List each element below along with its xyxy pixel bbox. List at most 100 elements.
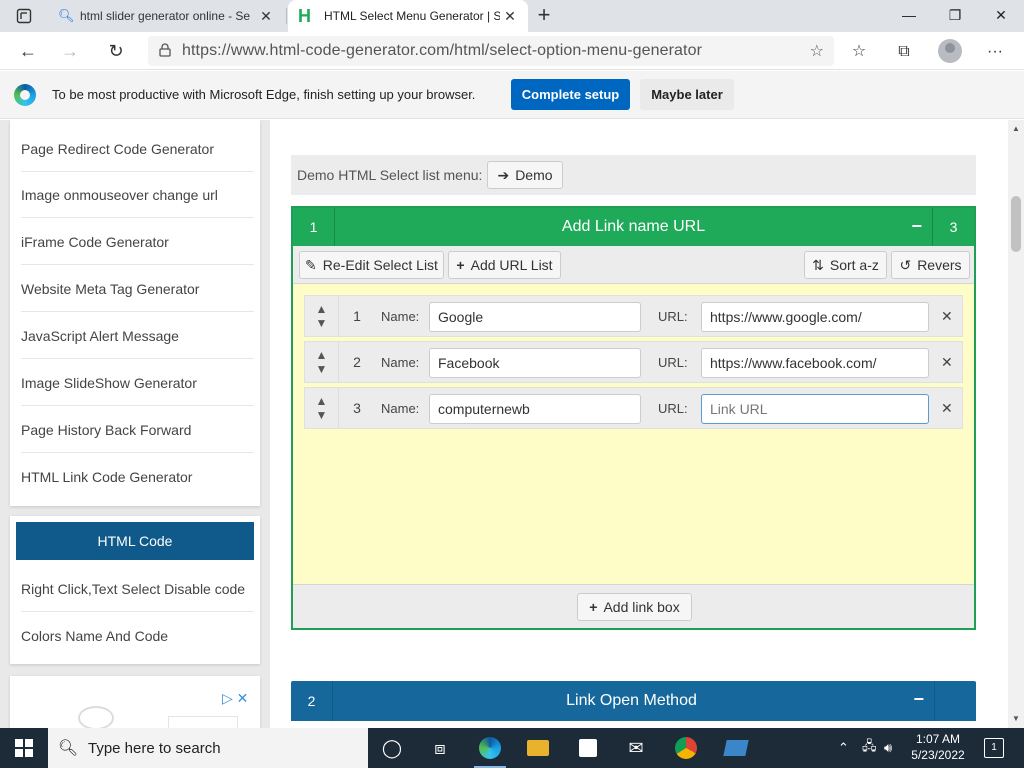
demo-button[interactable]: ➔ Demo xyxy=(487,161,563,189)
store-icon[interactable] xyxy=(564,728,612,768)
tab-title: html slider generator online - Se xyxy=(80,9,251,23)
task-view-icon[interactable]: ⧈ xyxy=(416,728,464,768)
back-arrow-icon[interactable]: ← xyxy=(14,37,42,65)
sidebar-link[interactable]: iFrame Code Generator xyxy=(21,219,254,265)
sidebar-link[interactable]: Right Click,Text Select Disable code xyxy=(21,566,254,612)
link-url-input[interactable]: https://www.facebook.com/ xyxy=(701,348,929,378)
panel-step-number: 1 xyxy=(293,208,335,246)
delete-row-icon[interactable]: ✕ xyxy=(941,400,953,417)
new-tab-button[interactable]: + xyxy=(532,4,556,28)
ad-placeholder-icon xyxy=(78,706,114,728)
minimize-panel-icon[interactable]: − xyxy=(911,216,922,237)
delete-row-icon[interactable]: ✕ xyxy=(941,308,953,325)
sidebar-link[interactable]: Image onmouseover change url xyxy=(21,172,254,218)
windows-taskbar: 🔍︎ Type here to search ◯ ⧈ ✉ ⌃ 🖧︎ 🔊︎ 1:0… xyxy=(0,728,1024,768)
taskbar-search-box[interactable]: 🔍︎ Type here to search xyxy=(48,728,368,768)
add-url-list-label: Add URL List xyxy=(470,257,553,273)
link-url-input[interactable]: Link URL xyxy=(701,394,929,424)
app-icon[interactable] xyxy=(712,728,760,768)
sidebar-link[interactable]: Website Meta Tag Generator xyxy=(21,266,254,312)
sort-label: Sort a-z xyxy=(829,257,879,273)
clock-date: 5/23/2022 xyxy=(911,748,965,762)
add-url-list-button[interactable]: + Add URL List xyxy=(448,251,561,279)
sidebar-link[interactable]: HTML Link Code Generator xyxy=(21,454,254,500)
re-edit-select-list-button[interactable]: ✎ Re-Edit Select List xyxy=(299,251,444,279)
file-explorer-icon[interactable] xyxy=(514,728,562,768)
ad-choices-icon[interactable]: ▷ ✕ xyxy=(222,690,248,707)
address-bar[interactable]: https://www.html-code-generator.com/html… xyxy=(148,36,834,66)
link-name-input[interactable]: Facebook xyxy=(429,348,641,378)
tab-strip: 🔍︎ html slider generator online - Se ✕ H… xyxy=(0,0,1024,32)
address-url: https://www.html-code-generator.com/html… xyxy=(182,42,703,59)
add-favorite-icon[interactable]: ☆ xyxy=(810,41,824,61)
tab-separator xyxy=(286,8,287,24)
pencil-icon: ✎ xyxy=(305,256,317,273)
scrollbar-thumb[interactable] xyxy=(1011,196,1021,252)
scroll-up-icon[interactable]: ▲ xyxy=(1012,124,1020,133)
link-row: ▲ ▼ 3 Name: computernewb URL: Link URL ✕ xyxy=(304,387,963,429)
delete-row-icon[interactable]: ✕ xyxy=(941,354,953,371)
panel-title: Add Link name URL xyxy=(561,218,706,235)
complete-setup-button[interactable]: Complete setup xyxy=(511,79,630,110)
link-open-method-panel-header: 2 Link Open Method − xyxy=(291,681,976,721)
sidebar-link[interactable]: Page History Back Forward xyxy=(21,407,254,453)
maybe-later-button[interactable]: Maybe later xyxy=(640,79,734,110)
close-window-button[interactable]: ✕ xyxy=(978,0,1024,30)
name-label: Name: xyxy=(381,401,420,416)
sort-a-z-button[interactable]: ⇅ Sort a-z xyxy=(804,251,887,279)
tab-slider-generator[interactable]: 🔍︎ html slider generator online - Se ✕ xyxy=(48,0,284,32)
page-scrollbar[interactable]: ▲ ▼ xyxy=(1008,120,1024,728)
notifications-icon[interactable]: 1 xyxy=(984,738,1004,758)
scroll-down-icon[interactable]: ▼ xyxy=(1012,714,1020,723)
arrow-right-icon: ➔ xyxy=(497,166,510,183)
add-link-box-button[interactable]: + Add link box xyxy=(577,593,692,621)
chrome-icon[interactable] xyxy=(662,728,710,768)
favorites-icon[interactable]: ☆ xyxy=(848,41,870,63)
tab-select-menu-generator[interactable]: H HTML Select Menu Generator | S ✕ xyxy=(288,0,528,32)
html-code-header[interactable]: HTML Code xyxy=(16,522,254,560)
tray-chevron-icon[interactable]: ⌃ xyxy=(838,728,849,768)
minimize-window-button[interactable]: — xyxy=(886,0,932,30)
taskbar-clock[interactable]: 1:07 AM 5/23/2022 xyxy=(906,731,970,763)
add-link-panel: 1 Add Link name URL − 3 ✎ Re-Edit Select… xyxy=(291,206,976,630)
sidebar-link[interactable]: JavaScript Alert Message xyxy=(21,313,254,359)
sidebar-link[interactable]: Page Redirect Code Generator xyxy=(21,126,254,172)
browser-toolbar: ← → ↻ https://www.html-code-generator.co… xyxy=(0,32,1024,70)
sidebar-links-card: Page Redirect Code Generator Image onmou… xyxy=(10,120,260,506)
forward-arrow-icon: → xyxy=(61,40,79,61)
sidebar-link[interactable]: Colors Name And Code xyxy=(21,613,254,659)
link-name-input[interactable]: Google xyxy=(429,302,641,332)
link-url-input[interactable]: https://www.google.com/ xyxy=(701,302,929,332)
more-menu-icon[interactable]: ··· xyxy=(984,41,1006,63)
name-label: Name: xyxy=(381,355,420,370)
edge-taskbar-icon[interactable] xyxy=(466,728,514,768)
cortana-icon[interactable]: ◯ xyxy=(368,728,416,768)
drag-handle-icon[interactable]: ▲ ▼ xyxy=(305,342,339,382)
mail-icon[interactable]: ✉ xyxy=(612,728,660,768)
tab-actions-icon[interactable] xyxy=(8,4,40,28)
panel-footer: + Add link box xyxy=(293,584,974,628)
undo-icon: ↺ xyxy=(899,256,912,273)
close-tab-icon[interactable]: ✕ xyxy=(256,8,276,25)
url-label: URL: xyxy=(658,309,688,324)
drag-handle-icon[interactable]: ▲ ▼ xyxy=(305,296,339,336)
panel-title: Link Open Method xyxy=(566,692,697,709)
start-button[interactable] xyxy=(0,728,48,768)
collections-icon[interactable]: ⧉ xyxy=(893,41,915,63)
revers-button[interactable]: ↺ Revers xyxy=(891,251,970,279)
restore-window-button[interactable]: ❐ xyxy=(932,0,978,30)
revers-label: Revers xyxy=(917,257,962,273)
minimize-panel-icon[interactable]: − xyxy=(913,689,924,710)
row-index: 3 xyxy=(353,400,361,416)
panel-header: 1 Add Link name URL − 3 xyxy=(293,208,974,246)
sidebar-link[interactable]: Image SlideShow Generator xyxy=(21,360,254,406)
link-name-input[interactable]: computernewb xyxy=(429,394,641,424)
network-icon[interactable]: 🖧︎ xyxy=(862,728,877,768)
volume-icon[interactable]: 🔊︎ xyxy=(884,728,892,768)
refresh-icon[interactable]: ↻ xyxy=(102,37,130,65)
profile-avatar[interactable] xyxy=(938,39,962,63)
close-tab-icon[interactable]: ✕ xyxy=(500,8,520,25)
tab-title: HTML Select Menu Generator | S xyxy=(324,9,500,23)
page-content: Page Redirect Code Generator Image onmou… xyxy=(0,120,1024,728)
drag-handle-icon[interactable]: ▲ ▼ xyxy=(305,388,339,428)
